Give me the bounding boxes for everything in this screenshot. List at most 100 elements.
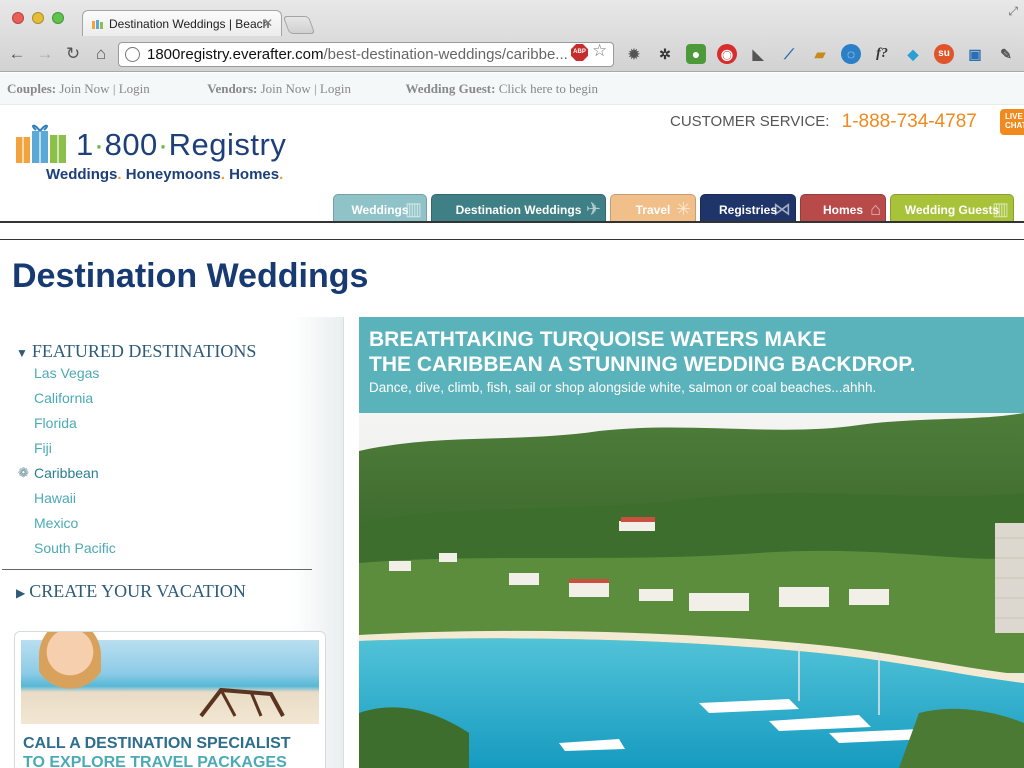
logo-part-1: 1 — [76, 127, 94, 162]
hero-headline: BREATHTAKING TURQUOISE WATERS MAKE THE C… — [369, 327, 915, 377]
reload-icon[interactable]: ↻ — [62, 44, 84, 64]
beach-chair-icon — [199, 687, 285, 718]
home-icon[interactable]: ⌂ — [90, 44, 112, 64]
separator: | — [112, 81, 116, 96]
vendors-join-link[interactable]: Join Now — [261, 81, 311, 96]
airplane-icon: ✈ — [585, 199, 601, 219]
header-divider — [0, 239, 1024, 240]
logo-tag-dot: . — [279, 166, 284, 183]
tab-label: Registries — [718, 203, 778, 217]
promo-text: CALL A DESTINATION SPECIALIST TO EXPLORE… — [23, 734, 291, 768]
destination-label: Hawaii — [34, 490, 77, 506]
minimize-window-button[interactable] — [32, 12, 44, 24]
truck-extension-icon[interactable]: ▰ — [810, 44, 830, 64]
forward-arrow-icon[interactable]: → — [34, 44, 56, 64]
bookmark-star-icon[interactable]: ☆ — [592, 41, 607, 61]
couples-label: Couples: — [7, 81, 57, 96]
evernote-extension-icon[interactable]: ● — [686, 44, 706, 64]
bird-extension-icon[interactable]: ◣ — [748, 44, 768, 64]
destination-link[interactable]: Hawaii — [34, 490, 116, 515]
logo-part-3: Registry — [168, 127, 287, 162]
destination-label: Florida — [34, 415, 77, 431]
caribbean-bay-photo — [359, 413, 1024, 768]
stop-extension-icon[interactable]: ◉ — [717, 44, 737, 64]
web-page: Couples: Join Now | Login Vendors: Join … — [0, 73, 1024, 768]
page-title: Destination Weddings — [12, 257, 369, 295]
tab-label: Destination Weddings — [455, 203, 582, 217]
destination-label: Mexico — [34, 515, 79, 531]
specialist-promo[interactable]: CALL A DESTINATION SPECIALIST TO EXPLORE… — [14, 631, 326, 768]
circle-extension-icon[interactable]: ◌ — [841, 44, 861, 64]
url-path: /best-destination-weddings/caribbe... — [323, 46, 568, 63]
vendors-label: Vendors: — [207, 81, 258, 96]
palm-tree-icon: ✳ — [675, 199, 691, 219]
destination-link[interactable]: South Pacific — [34, 540, 116, 565]
tab-label: Homes — [822, 203, 863, 217]
tab-travel[interactable]: Travel ✳ — [610, 194, 696, 222]
couples-join-link[interactable]: Join Now — [59, 81, 109, 96]
guest-group: Wedding Guest: Click here to begin — [406, 81, 598, 97]
vendors-login-link[interactable]: Login — [320, 81, 351, 96]
triangle-right-icon: ▶ — [16, 586, 26, 600]
fullscreen-icon[interactable]: ⤢ — [1008, 4, 1018, 19]
create-vacation-heading[interactable]: ▶ CREATE YOUR VACATION — [16, 581, 246, 602]
separator: | — [314, 81, 317, 96]
close-window-button[interactable] — [12, 12, 24, 24]
gift-boxes-icon — [16, 124, 66, 163]
customer-service-phone[interactable]: 1-888-734-4787 — [842, 111, 977, 132]
bird-blue-extension-icon[interactable]: ◆ — [903, 44, 923, 64]
logo-tag-dot: . — [220, 166, 225, 183]
featured-destinations-heading[interactable]: ▼ FEATURED DESTINATIONS — [16, 341, 256, 362]
address-bar[interactable]: 1800registry.everafter.com/best-destinat… — [118, 42, 614, 67]
gear-extension-icon[interactable]: ✹ — [624, 44, 644, 64]
tab-wedding-guests[interactable]: Wedding Guests ▥ — [890, 194, 1014, 222]
sidebar: ▼ FEATURED DESTINATIONS Las Vegas Califor… — [0, 317, 344, 768]
eyedropper-extension-icon[interactable]: ⟋ — [779, 44, 799, 64]
featured-heading-text: FEATURED DESTINATIONS — [31, 341, 257, 361]
tab-homes[interactable]: Homes ⌂ — [800, 194, 886, 222]
vendors-group: Vendors: Join Now | Login — [207, 81, 402, 97]
hero-banner: BREATHTAKING TURQUOISE WATERS MAKE THE C… — [359, 317, 1024, 413]
tab-destination-weddings[interactable]: Destination Weddings ✈ — [431, 194, 606, 222]
tab-registries[interactable]: Registries ⋈ — [700, 194, 796, 222]
tab-close-icon[interactable]: ✕ — [263, 16, 273, 30]
couples-login-link[interactable]: Login — [119, 81, 150, 96]
logo-wordmark: 1·800·Registry — [76, 127, 286, 163]
triangle-down-icon: ▼ — [16, 346, 28, 360]
function-extension-icon[interactable]: f? — [872, 44, 892, 64]
browser-tab[interactable]: Destination Weddings | Beach ✕ — [82, 10, 282, 36]
tab-label: Weddings — [351, 203, 409, 217]
nav-divider — [0, 221, 1024, 223]
destination-link[interactable]: Las Vegas — [34, 365, 116, 390]
new-tab-button[interactable] — [282, 16, 316, 34]
gift-favicon-icon — [92, 20, 103, 29]
logo-dot: · — [157, 127, 169, 162]
logo-dot: · — [93, 127, 105, 162]
window-extension-icon[interactable]: ▣ — [965, 44, 985, 64]
hero-headline-line-1: BREATHTAKING TURQUOISE WATERS MAKE — [369, 328, 827, 351]
browser-chrome: Destination Weddings | Beach ✕ ⤢ ← → ↻ ⌂… — [0, 0, 1024, 72]
destination-label: Caribbean — [34, 465, 99, 481]
destination-link[interactable]: Florida — [34, 415, 116, 440]
tab-title: Destination Weddings | Beach — [109, 17, 270, 31]
tab-weddings[interactable]: Weddings ▥ — [333, 194, 427, 222]
bug-extension-icon[interactable]: ✲ — [655, 44, 675, 64]
destination-link[interactable]: California — [34, 390, 116, 415]
zoom-window-button[interactable] — [52, 12, 64, 24]
window-controls — [12, 12, 64, 24]
flower-bullet-icon: ❁ — [18, 465, 29, 480]
destination-link[interactable]: Mexico — [34, 515, 116, 540]
logo-tag-dot: . — [117, 166, 122, 183]
destination-link[interactable]: Fiji — [34, 440, 116, 465]
stumbleupon-extension-icon[interactable]: su — [934, 44, 954, 64]
wrench-menu-icon[interactable]: ✎ — [996, 44, 1016, 64]
house-icon: ⌂ — [870, 199, 881, 219]
browser-toolbar: ← → ↻ ⌂ 1800registry.everafter.com/best-… — [0, 38, 1024, 72]
guest-begin-link[interactable]: Click here to begin — [499, 81, 598, 96]
back-arrow-icon[interactable]: ← — [6, 44, 28, 64]
specialist-photo — [39, 632, 101, 704]
destination-link-active[interactable]: ❁ Caribbean — [18, 465, 116, 490]
promo-line-2: TO EXPLORE TRAVEL PACKAGES — [23, 754, 287, 768]
live-chat-button[interactable]: LIVE CHAT — [1000, 109, 1024, 135]
site-logo[interactable]: 1·800·Registry Weddings. Honeymoons. Hom… — [14, 115, 324, 185]
